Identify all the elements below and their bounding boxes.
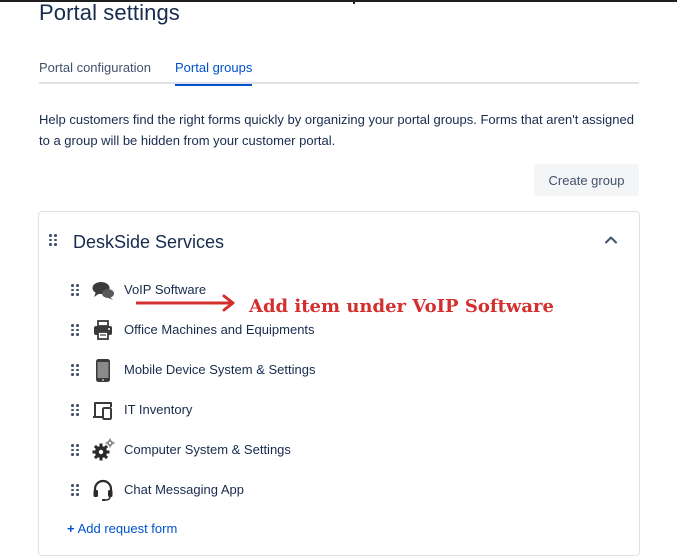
list-item[interactable]: Chat Messaging App [39,474,639,506]
drag-handle-icon[interactable] [71,404,79,416]
drag-handle-icon[interactable] [71,324,79,336]
drag-handle-icon[interactable] [71,484,79,496]
drag-handle-icon[interactable] [71,284,79,296]
plus-icon: + [67,521,75,536]
add-request-form-link[interactable]: + Add request form [67,521,177,536]
chevron-up-icon[interactable] [601,230,621,250]
tab-bar: Portal configuration Portal groups [39,58,639,86]
create-group-button[interactable]: Create group [534,164,639,196]
group-drag-handle-icon[interactable] [49,234,57,246]
annotation-arrow-icon [136,294,235,312]
group-title: DeskSide Services [73,232,225,252]
tab-portal-configuration[interactable]: Portal configuration [39,60,151,81]
item-label: Computer System & Settings [124,442,291,457]
list-item[interactable]: IT Inventory [39,394,639,426]
mobile-phone-icon [96,359,110,382]
page-title: Portal settings [39,0,180,25]
item-label: Office Machines and Equipments [124,322,315,337]
list-item[interactable]: Office Machines and Equipments [39,314,639,346]
item-label: Mobile Device System & Settings [124,362,316,377]
annotation-text: Add item under VoIP Software [249,296,554,317]
help-text: Help customers find the right forms quic… [39,112,634,148]
list-item[interactable]: Computer System & Settings [39,434,639,466]
list-item[interactable]: Mobile Device System & Settings [39,354,639,386]
drag-handle-icon[interactable] [71,444,79,456]
devices-icon [93,402,112,420]
headset-icon [93,479,113,501]
top-border-tick [353,0,355,4]
chat-bubbles-icon [92,282,114,300]
printer-icon [94,320,112,340]
add-request-form-label: Add request form [77,521,178,536]
portal-group-card: DeskSide Services VoIP Software Office M… [38,211,640,556]
gears-icon [92,438,115,461]
item-label: Chat Messaging App [124,482,244,497]
drag-handle-icon[interactable] [71,364,79,376]
item-label: IT Inventory [124,402,193,417]
tab-portal-groups[interactable]: Portal groups [175,60,253,86]
